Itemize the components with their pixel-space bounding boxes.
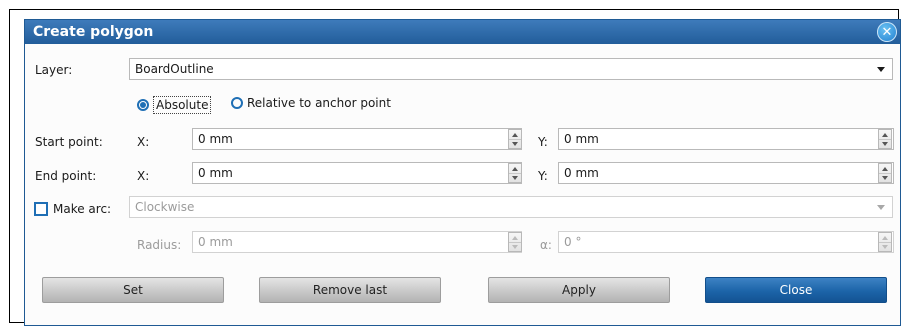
end-y-stepper[interactable]: [878, 163, 892, 183]
stepper-down-icon[interactable]: [509, 139, 521, 148]
end-y-label: Y:: [538, 169, 548, 183]
angle-value: 0 °: [564, 235, 582, 249]
layer-select-value: BoardOutline: [135, 62, 214, 76]
set-button[interactable]: Set: [42, 277, 224, 303]
stepper-down-icon[interactable]: [879, 242, 891, 251]
coord-mode-relative[interactable]: Relative to anchor point: [231, 96, 391, 110]
make-arc-checkbox[interactable]: [34, 202, 48, 216]
end-y-input[interactable]: 0 mm: [558, 162, 894, 184]
start-x-stepper[interactable]: [508, 129, 522, 149]
stepper-down-icon[interactable]: [879, 173, 891, 182]
angle-label: α:: [540, 238, 552, 252]
make-arc-label: Make arc:: [53, 202, 112, 216]
start-x-input[interactable]: 0 mm: [192, 128, 522, 150]
arc-direction-value: Clockwise: [135, 200, 195, 214]
angle-stepper[interactable]: [878, 232, 892, 252]
start-y-input[interactable]: 0 mm: [558, 128, 894, 150]
radio-selected-icon: [137, 99, 149, 111]
end-x-stepper[interactable]: [508, 163, 522, 183]
end-point-label: End point:: [35, 169, 97, 183]
radius-input[interactable]: 0 mm: [192, 231, 522, 253]
start-y-value: 0 mm: [564, 132, 599, 146]
end-x-value: 0 mm: [198, 166, 233, 180]
start-y-label: Y:: [538, 135, 548, 149]
apply-button[interactable]: Apply: [488, 277, 670, 303]
radio-absolute-label: Absolute: [153, 96, 212, 114]
coord-mode-absolute[interactable]: Absolute: [137, 96, 212, 114]
remove-last-button[interactable]: Remove last: [259, 277, 441, 303]
stepper-down-icon[interactable]: [509, 242, 521, 251]
stepper-down-icon[interactable]: [879, 139, 891, 148]
radius-value: 0 mm: [198, 235, 233, 249]
arc-direction-select[interactable]: Clockwise: [129, 196, 893, 218]
radius-stepper[interactable]: [508, 232, 522, 252]
dialog-titlebar: Create polygon ✕: [25, 20, 900, 44]
start-x-value: 0 mm: [198, 132, 233, 146]
create-polygon-dialog: Create polygon ✕ Layer: BoardOutline Abs…: [24, 19, 901, 326]
close-button[interactable]: Close: [705, 277, 887, 303]
start-y-stepper[interactable]: [878, 129, 892, 149]
end-x-label: X:: [137, 169, 150, 183]
start-point-label: Start point:: [35, 135, 103, 149]
start-x-label: X:: [137, 135, 150, 149]
end-y-value: 0 mm: [564, 166, 599, 180]
radius-label: Radius:: [137, 238, 182, 252]
layer-label: Layer:: [35, 63, 73, 77]
chevron-down-icon: [877, 67, 885, 72]
dialog-title: Create polygon: [33, 24, 154, 40]
angle-input[interactable]: 0 °: [558, 231, 894, 253]
close-icon[interactable]: ✕: [877, 22, 897, 42]
layer-select[interactable]: BoardOutline: [129, 58, 893, 80]
stepper-down-icon[interactable]: [509, 173, 521, 182]
radio-relative-label: Relative to anchor point: [247, 96, 391, 110]
radio-unselected-icon: [231, 97, 243, 109]
end-x-input[interactable]: 0 mm: [192, 162, 522, 184]
chevron-down-icon: [877, 205, 885, 210]
